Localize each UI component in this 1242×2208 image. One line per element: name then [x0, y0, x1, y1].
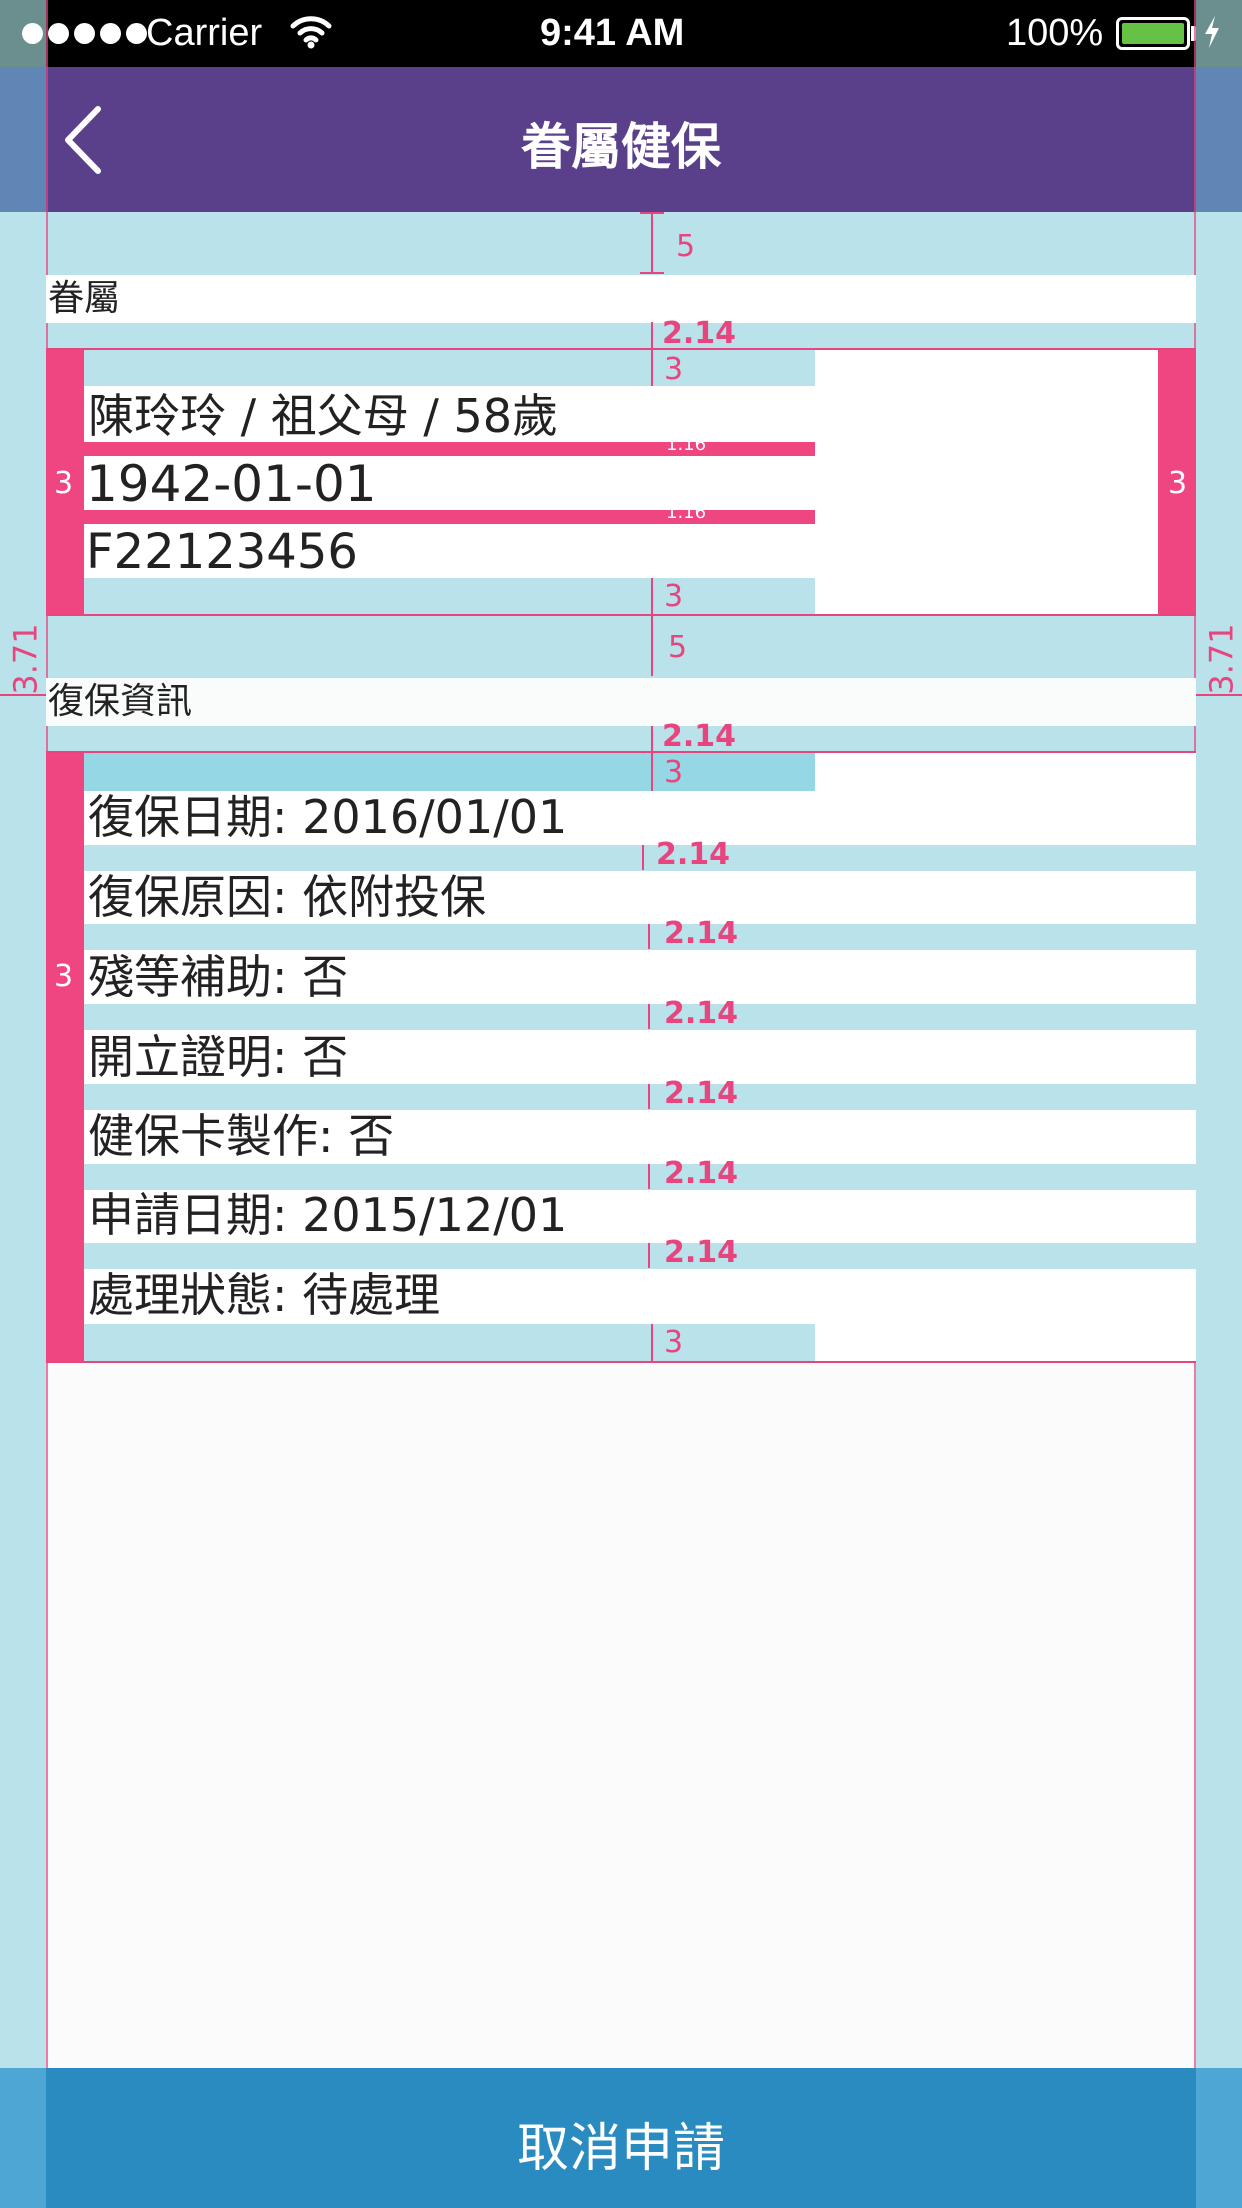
dim-label: 2.14	[664, 996, 739, 1031]
dim-label: 2.14	[664, 1156, 739, 1191]
dim-line	[648, 1164, 650, 1189]
nav-left-margin	[0, 67, 46, 212]
dim-label: 2.14	[662, 316, 737, 351]
info-row: 開立證明: 否	[88, 1030, 349, 1084]
clock: 9:41 AM	[540, 12, 685, 54]
reinstatement-card[interactable]: 3 復保日期: 2016/01/01 復保原因: 依附投保 殘等補助: 否 開立…	[46, 753, 1196, 1361]
dim-line	[651, 212, 653, 274]
dim-label: 5	[668, 630, 688, 665]
signal-dot-icon	[22, 23, 43, 44]
section-divider	[46, 1361, 1196, 1363]
section-divider	[46, 614, 1196, 616]
dim-label-left: 3.71	[6, 623, 45, 695]
dim-label: 3	[664, 579, 684, 614]
right-margin	[1196, 212, 1242, 2068]
info-row: 處理狀態: 待處理	[88, 1268, 441, 1322]
dim-line	[651, 578, 653, 614]
card-left-padding: 3	[46, 753, 84, 1361]
dim-line	[651, 727, 653, 791]
dim-line	[648, 1084, 650, 1109]
section-header: 眷屬	[46, 275, 1196, 323]
dependent-birthdate: 1942-01-01	[86, 455, 377, 513]
dim-tick	[640, 272, 664, 274]
dim-line	[651, 616, 653, 676]
dependent-card[interactable]: 3 3 陳玲玲 / 祖父母 / 58歲 1.16 1942-01-01 1.16…	[46, 350, 1196, 615]
nav-bar: 眷屬健保	[46, 67, 1196, 212]
dependent-name-line: 陳玲玲 / 祖父母 / 58歲	[88, 389, 559, 443]
left-margin	[0, 212, 46, 2068]
card-right-padding: 3	[1158, 350, 1196, 615]
dim-label: 1.16	[666, 434, 707, 455]
button-right-margin	[1196, 2068, 1242, 2208]
dim-label: 2.14	[664, 916, 739, 951]
dim-label: 3	[664, 352, 684, 387]
battery-icon	[1116, 17, 1190, 50]
signal-dot-icon	[126, 23, 147, 44]
pad-top	[84, 350, 815, 386]
info-row: 復保原因: 依附投保	[88, 870, 487, 924]
dim-line	[648, 1243, 650, 1268]
wifi-icon	[290, 16, 332, 49]
pad-bottom	[84, 578, 815, 615]
battery-percent: 100%	[1006, 12, 1104, 54]
charging-bolt-icon	[1205, 16, 1219, 48]
info-row: 健保卡製作: 否	[88, 1109, 395, 1163]
section-header-label: 復保資訊	[48, 681, 193, 722]
info-row: 復保日期: 2016/01/01	[88, 790, 568, 844]
dim-label-right: 3.71	[1202, 623, 1241, 695]
dim-line	[651, 322, 653, 386]
nav-right-margin	[1196, 67, 1242, 212]
dim-label: 3	[664, 1325, 684, 1360]
content-empty-area	[46, 1362, 1196, 2068]
signal-dot-icon	[100, 23, 121, 44]
card-left-padding: 3	[46, 350, 84, 615]
dim-tick	[640, 212, 664, 214]
pad-bottom	[84, 1324, 815, 1361]
status-bar: Carrier 9:41 AM 100%	[0, 0, 1242, 67]
signal-dot-icon	[48, 23, 69, 44]
cancel-application-button[interactable]: 取消申請	[46, 2068, 1196, 2208]
dim-line	[648, 924, 650, 949]
carrier-label: Carrier	[146, 12, 263, 54]
section-header-label: 眷屬	[48, 278, 121, 319]
dim-label: 2.14	[664, 1235, 739, 1270]
dim-label: 2.14	[656, 837, 731, 872]
dim-label: 3	[54, 466, 74, 501]
dim-label: 3	[54, 959, 74, 994]
button-left-margin	[0, 2068, 46, 2208]
dim-line	[642, 845, 644, 870]
info-row: 殘等補助: 否	[88, 950, 349, 1004]
cancel-application-label: 取消申請	[516, 2119, 725, 2179]
signal-dot-icon	[74, 23, 95, 44]
dependent-id: F22123456	[86, 524, 358, 580]
dim-line	[651, 1324, 653, 1361]
dim-label: 2.14	[662, 719, 737, 754]
info-row: 申請日期: 2015/12/01	[88, 1188, 568, 1242]
section-header: 復保資訊	[46, 678, 1196, 726]
dim-line	[648, 1004, 650, 1029]
dim-label: 3	[1168, 466, 1188, 501]
dim-label: 3	[664, 755, 684, 790]
dim-label: 1.16	[666, 502, 707, 523]
page-title: 眷屬健保	[521, 118, 721, 176]
dim-label: 5	[676, 229, 696, 264]
dim-label: 2.14	[664, 1076, 739, 1111]
